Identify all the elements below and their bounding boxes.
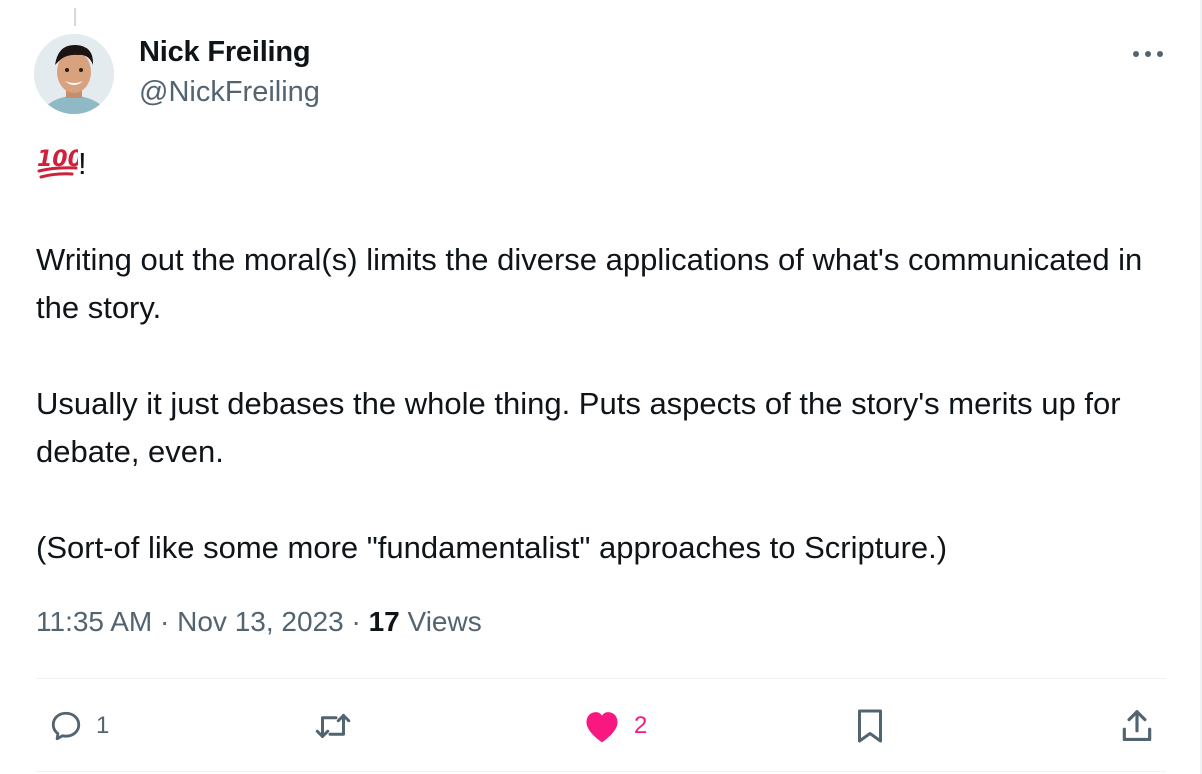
meta-separator: ·: [351, 606, 361, 637]
reply-count: 1: [96, 712, 110, 739]
like-button[interactable]: 2: [582, 704, 647, 748]
like-count: 2: [634, 712, 648, 739]
avatar-photo: [34, 34, 114, 114]
avatar[interactable]: [34, 34, 114, 114]
divider: [36, 678, 1166, 679]
reply-button[interactable]: 1: [48, 704, 109, 748]
thread-connector-line: [74, 8, 76, 26]
author-handle[interactable]: @NickFreiling: [139, 76, 320, 109]
retweet-button[interactable]: [312, 704, 354, 748]
divider: [36, 771, 1166, 772]
reply-icon: [51, 711, 81, 741]
more-dots-icon[interactable]: [1128, 40, 1168, 68]
views-label[interactable]: Views: [408, 606, 482, 637]
tweet-emoji-suffix: !: [78, 146, 87, 181]
views-count[interactable]: 17: [369, 606, 400, 637]
tweet-emoji-line: 100 !: [36, 140, 1156, 188]
tweet-paragraph-1: Writing out the moral(s) limits the dive…: [36, 242, 1143, 325]
tweet-paragraph-3: (Sort-of like some more "fundamentalist"…: [36, 530, 948, 565]
tweet-paragraph-2: Usually it just debases the whole thing.…: [36, 386, 1121, 469]
bookmark-button[interactable]: [852, 704, 888, 748]
tweet-text: 100 ! Writing out the moral(s) limits th…: [36, 140, 1156, 572]
meta-separator: ·: [160, 606, 170, 637]
heart-icon: [586, 712, 618, 743]
author-display-name[interactable]: Nick Freiling: [139, 36, 311, 69]
hundred-points-icon: 100: [36, 144, 83, 180]
share-button[interactable]: [1118, 704, 1156, 748]
retweet-icon: [315, 714, 351, 738]
share-icon: [1122, 710, 1152, 742]
tweet-date[interactable]: Nov 13, 2023: [177, 606, 344, 637]
bookmark-icon: [858, 709, 882, 743]
tweet-meta: 11:35 AM · Nov 13, 2023 · 17 Views: [36, 606, 482, 638]
tweet-time[interactable]: 11:35 AM: [36, 606, 152, 637]
